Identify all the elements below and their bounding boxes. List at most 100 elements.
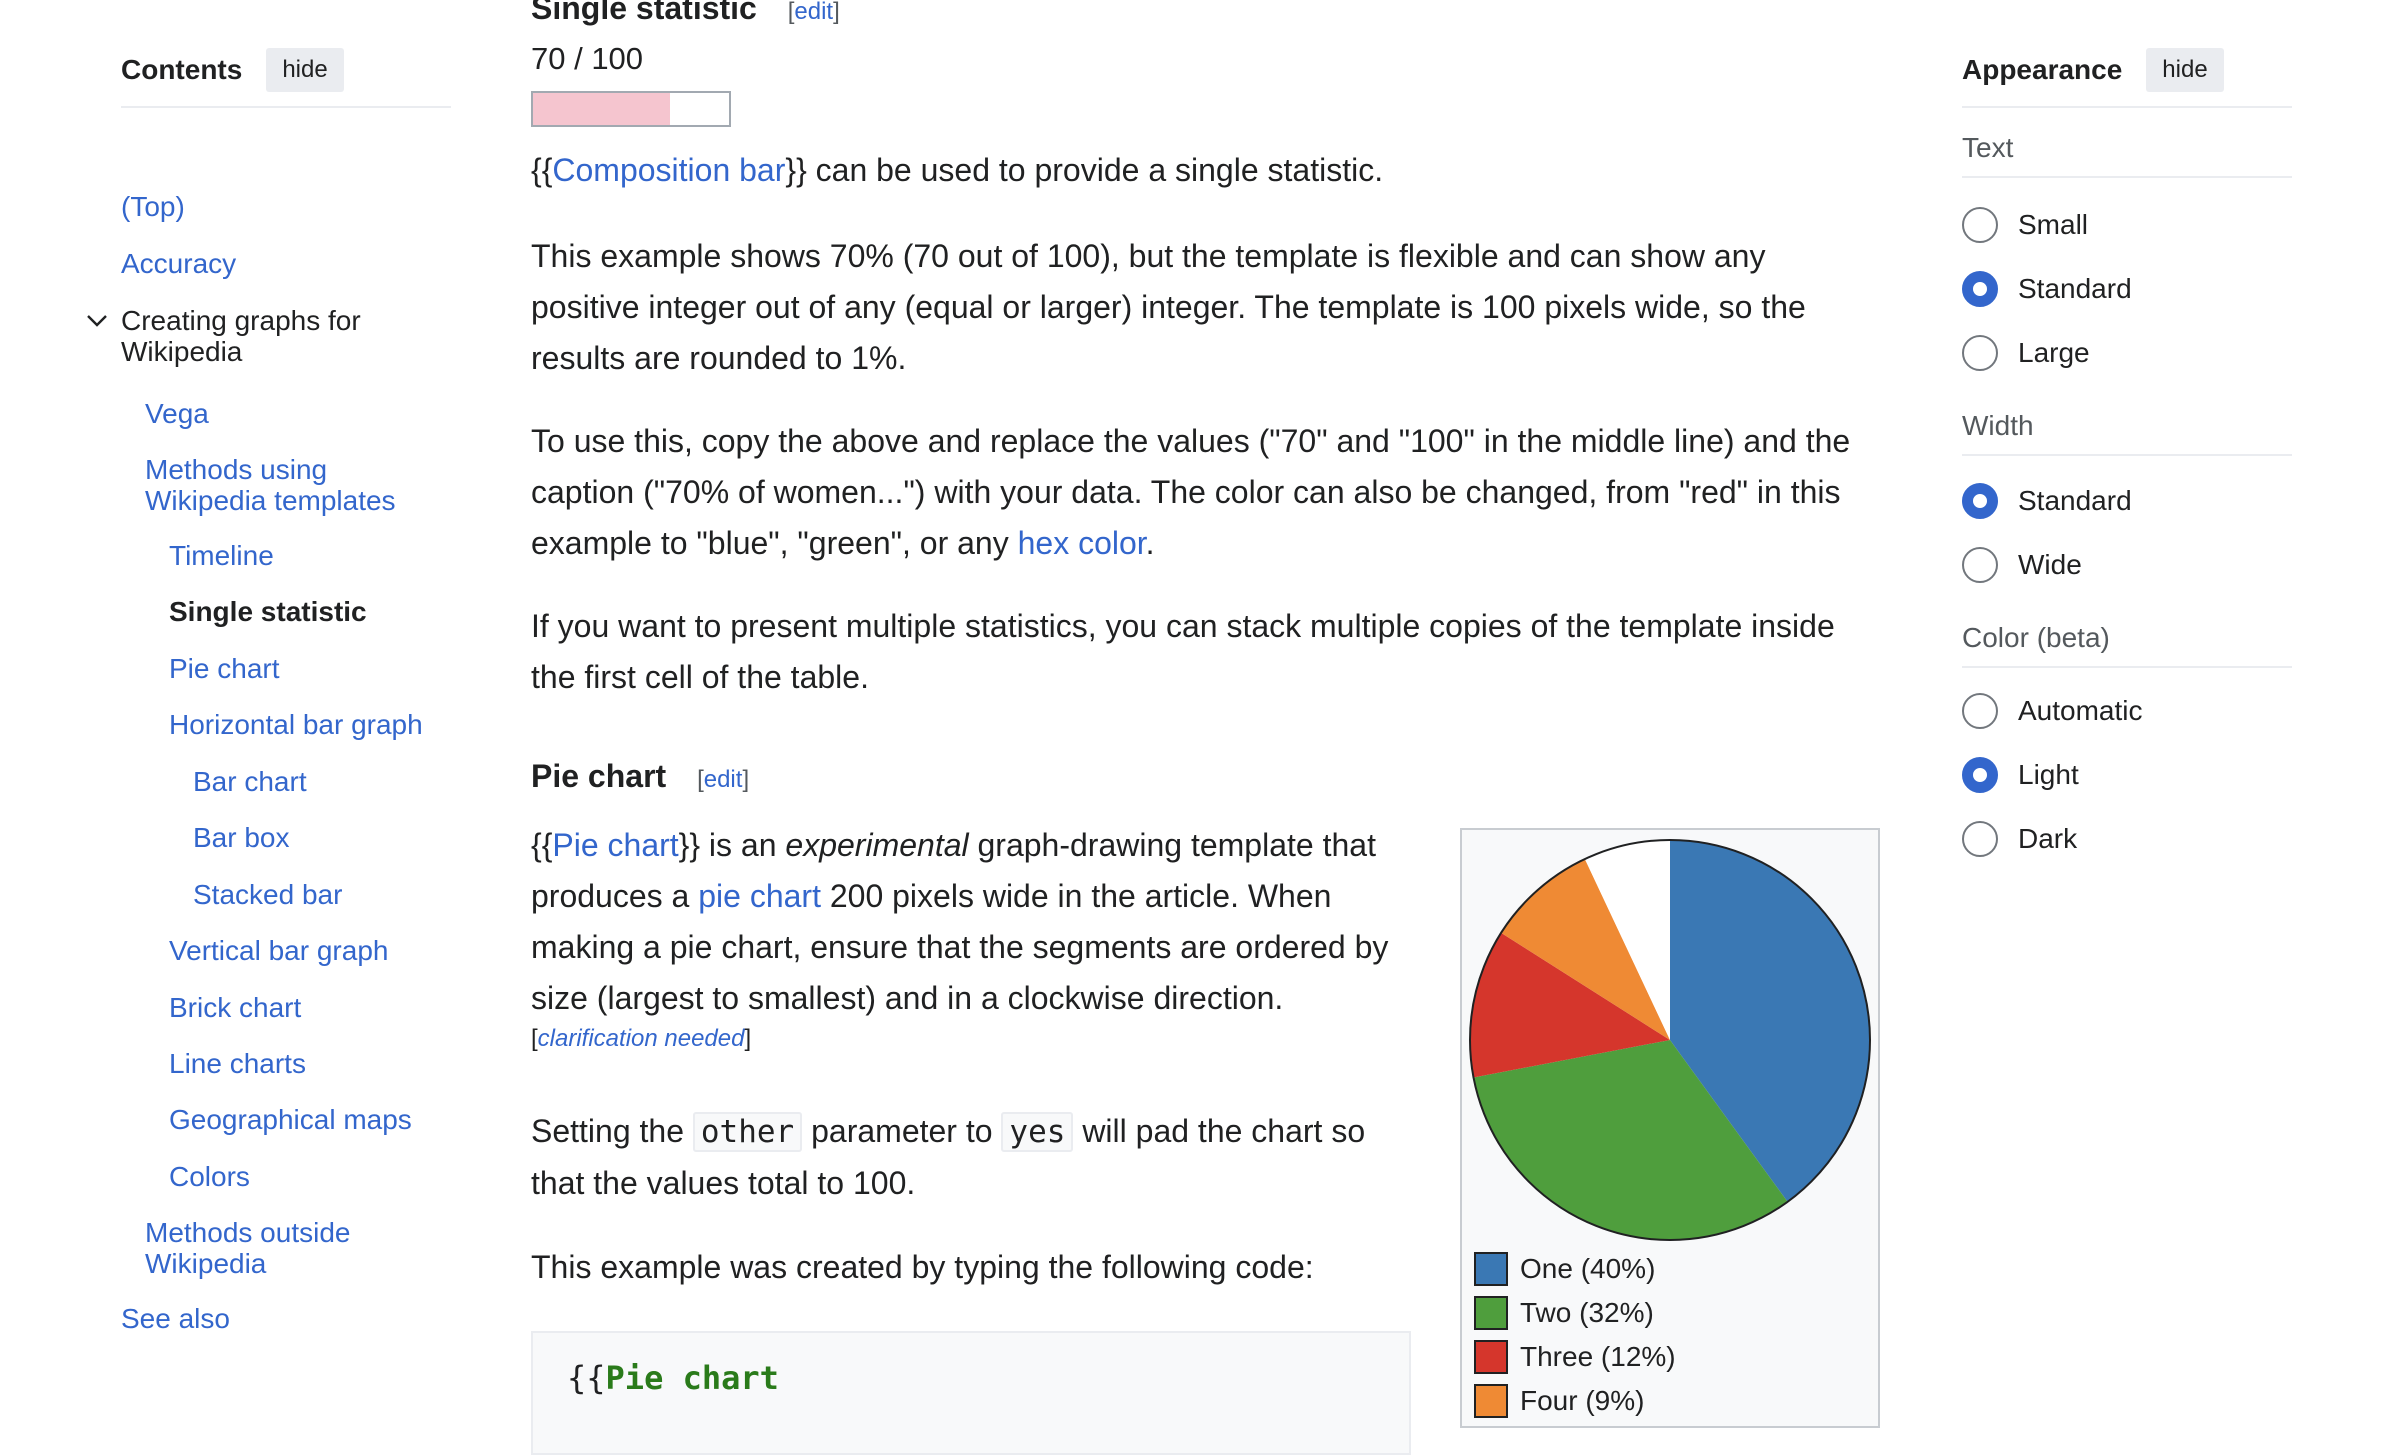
code-template-name: Pie chart (605, 1359, 779, 1397)
color-label: Color (beta) (1962, 622, 2110, 653)
text: }} can be used to provide a single stati… (785, 152, 1384, 188)
text: 200 pixels wide in the article. When (820, 878, 1332, 914)
text: {{ (531, 827, 553, 863)
text: graph-drawing template that (968, 827, 1376, 863)
radio-button[interactable] (1962, 547, 1998, 583)
text-line: positive integer out of any (equal or la… (531, 289, 1806, 325)
toc-hide-button[interactable]: hide (266, 48, 344, 92)
composition-bar-link[interactable]: Composition bar (552, 152, 785, 188)
heading-text: Single statistic (531, 0, 757, 26)
toc-title: Contents (121, 54, 243, 85)
toc-item-methods-using-templates[interactable]: Methods using Wikipedia templates (145, 454, 435, 516)
radio-label: Wide (2018, 549, 2082, 580)
toc-item-timeline[interactable]: Timeline (169, 540, 274, 571)
appearance-hide-button[interactable]: hide (2146, 48, 2224, 92)
toc-item-brick-chart[interactable]: Brick chart (169, 992, 301, 1023)
text-line: {{Pie chart}} is an experimental graph-d… (531, 820, 1411, 871)
toc-item-see-also[interactable]: See also (121, 1303, 230, 1334)
section-heading-single-statistic: Single statistic [edit] (531, 0, 840, 27)
pie-chart-figure: One (40%) Two (32%) Three (12%) Four (9%) (1460, 828, 1880, 1428)
code-line: {{Pie chart (567, 1359, 779, 1397)
bracket: [ (531, 1025, 538, 1052)
text: {{ (531, 152, 553, 188)
radio-label: Standard (2018, 273, 2132, 304)
radio-button[interactable] (1962, 757, 1998, 793)
text: example to "blue", "green", or any (531, 525, 1018, 561)
toc-item-vega[interactable]: Vega (145, 398, 209, 429)
text: produces a (531, 878, 699, 914)
toc-item-stacked-bar[interactable]: Stacked bar (193, 879, 342, 910)
edit-section: [edit] (788, 0, 840, 25)
color-option-dark[interactable]: Dark (1962, 821, 2077, 857)
toc-item-line-charts[interactable]: Line charts (169, 1048, 306, 1079)
edit-section: [edit] (697, 766, 749, 793)
paragraph: Setting the other parameter to yes will … (531, 1106, 1365, 1209)
legend-item: Three (12%) (1474, 1340, 1676, 1374)
toc-item-methods-outside[interactable]: Methods outside Wikipedia (145, 1217, 385, 1279)
divider (1962, 454, 2292, 456)
paragraph: This example shows 70% (70 out of 100), … (531, 231, 1806, 384)
appearance-title: Appearance (1962, 54, 2123, 85)
edit-bracket: ] (833, 0, 840, 25)
toc-item-bar-chart[interactable]: Bar chart (193, 766, 307, 797)
radio-label: Small (2018, 209, 2089, 240)
code-other: other (692, 1112, 803, 1152)
radio-label: Light (2018, 759, 2079, 790)
color-option-automatic[interactable]: Automatic (1962, 693, 2143, 729)
bracket: ] (744, 1025, 752, 1052)
radio-button[interactable] (1962, 271, 1998, 307)
section-heading-pie-chart: Pie chart [edit] (531, 758, 749, 795)
toc-item-accuracy[interactable]: Accuracy (121, 248, 236, 279)
edit-bracket: ] (742, 766, 750, 793)
composition-bar (531, 91, 731, 127)
text-line: results are rounded to 1%. (531, 340, 907, 376)
pie-chart-template-link[interactable]: Pie chart (552, 827, 678, 863)
emphasis: experimental (785, 827, 969, 863)
legend-swatch (1474, 1252, 1508, 1286)
toc-item-pie-chart[interactable]: Pie chart (169, 653, 280, 684)
hex-color-link[interactable]: hex color (1018, 525, 1146, 561)
toc-item-bar-box[interactable]: Bar box (193, 822, 290, 853)
text-size-option-large[interactable]: Large (1962, 335, 2090, 371)
text: Setting the (531, 1113, 693, 1149)
legend-item: Two (32%) (1474, 1296, 1654, 1330)
paragraph: This example was created by typing the f… (531, 1249, 1314, 1285)
chevron-down-icon[interactable] (85, 309, 109, 333)
text-line: making a pie chart, ensure that the segm… (531, 929, 1389, 965)
radio-button[interactable] (1962, 693, 1998, 729)
text-line: If you want to present multiple statisti… (531, 608, 1835, 644)
clarification-needed-link[interactable]: clarification needed (538, 1025, 745, 1052)
width-option-standard[interactable]: Standard (1962, 483, 2132, 519)
legend-item: Four (9%) (1474, 1384, 1644, 1418)
color-option-light[interactable]: Light (1962, 757, 2079, 793)
divider (1962, 176, 2292, 178)
toc-item-single-statistic[interactable]: Single statistic (169, 596, 367, 627)
width-option-wide[interactable]: Wide (1962, 547, 2082, 583)
radio-button[interactable] (1962, 335, 1998, 371)
heading-text: Pie chart (531, 758, 667, 794)
edit-link[interactable]: edit (704, 766, 743, 793)
text-line: caption ("70% of women...") with your da… (531, 474, 1841, 510)
radio-button[interactable] (1962, 821, 1998, 857)
radio-button[interactable] (1962, 483, 1998, 519)
divider (1962, 666, 2292, 668)
toc-item-top[interactable]: (Top) (121, 191, 185, 222)
toc-header: Contents hide (121, 48, 451, 108)
text-size-option-small[interactable]: Small (1962, 207, 2088, 243)
composition-bar-fill (533, 93, 671, 125)
toc-item-creating-graphs[interactable]: Creating graphs for Wikipedia (87, 305, 421, 367)
pie-chart-link[interactable]: pie chart (698, 878, 821, 914)
toc-item-vertical-bar-graph[interactable]: Vertical bar graph (169, 935, 388, 966)
code-block: {{Pie chart (531, 1331, 1411, 1455)
text: parameter to (802, 1113, 1002, 1149)
toc-item-colors[interactable]: Colors (169, 1161, 250, 1192)
toc-item-geographical-maps[interactable]: Geographical maps (169, 1104, 412, 1135)
legend-swatch (1474, 1296, 1508, 1330)
edit-link[interactable]: edit (794, 0, 833, 25)
text-size-option-standard[interactable]: Standard (1962, 271, 2132, 307)
clarification-needed: [clarification needed] (531, 1024, 1411, 1054)
radio-button[interactable] (1962, 207, 1998, 243)
text-line: example to "blue", "green", or any hex c… (531, 518, 1850, 569)
paragraph: {{Pie chart}} is an experimental graph-d… (531, 820, 1411, 1054)
toc-item-horizontal-bar-graph[interactable]: Horizontal bar graph (169, 709, 423, 740)
